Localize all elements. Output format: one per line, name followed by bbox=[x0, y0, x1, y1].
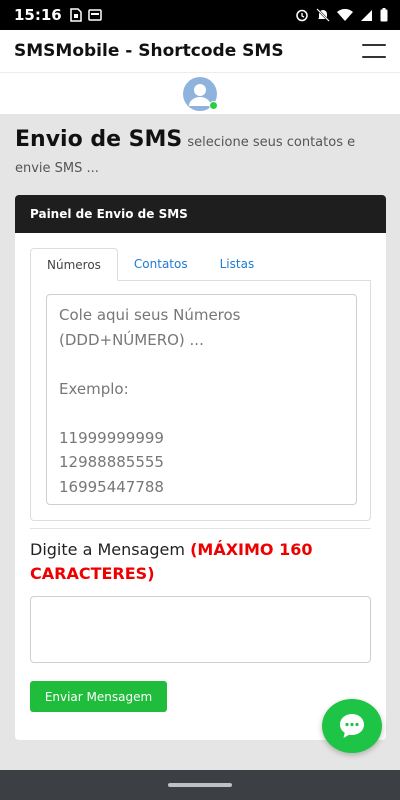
placeholder-line: (DDD+NÚMERO) ... bbox=[59, 330, 204, 349]
message-input[interactable] bbox=[30, 596, 371, 663]
chat-bubble-icon bbox=[340, 714, 364, 738]
send-message-button[interactable]: Enviar Mensagem bbox=[30, 681, 167, 712]
page-title: Envio de SMS bbox=[15, 127, 183, 152]
sms-panel: Painel de Envio de SMS Números Contatos … bbox=[15, 195, 386, 740]
placeholder-line: 11999999999 bbox=[59, 428, 164, 447]
hamburger-menu-icon[interactable] bbox=[362, 44, 386, 58]
mute-icon bbox=[316, 8, 330, 22]
avatar[interactable] bbox=[182, 76, 218, 112]
tab-bar: Números Contatos Listas bbox=[30, 248, 371, 281]
sim-card-icon bbox=[70, 8, 82, 22]
app-bar: SMSMobile - Shortcode SMS bbox=[0, 30, 400, 72]
page-heading: Envio de SMS selecione seus contatos e e… bbox=[15, 128, 385, 181]
status-time: 15:16 bbox=[14, 6, 62, 24]
cast-icon bbox=[88, 9, 102, 21]
home-gesture-handle[interactable] bbox=[168, 783, 232, 787]
tab-content: Cole aqui seus Números (DDD+NÚMERO) ... … bbox=[30, 280, 371, 521]
placeholder-line: Exemplo: bbox=[59, 379, 129, 398]
numbers-input[interactable]: Cole aqui seus Números (DDD+NÚMERO) ... … bbox=[46, 294, 357, 505]
battery-icon bbox=[380, 8, 388, 22]
panel-header: Painel de Envio de SMS bbox=[15, 195, 386, 233]
chat-button[interactable] bbox=[322, 699, 382, 753]
system-nav-bar bbox=[0, 770, 400, 800]
wifi-icon bbox=[337, 8, 353, 21]
app-title: SMSMobile - Shortcode SMS bbox=[14, 41, 284, 61]
tab-numeros[interactable]: Números bbox=[30, 248, 118, 281]
placeholder-line bbox=[59, 401, 344, 426]
placeholder-line: 12988885555 bbox=[59, 453, 164, 471]
panel-title: Painel de Envio de SMS bbox=[30, 207, 188, 221]
placeholder-line: 16995447788 bbox=[59, 477, 164, 496]
message-label: Digite a Mensagem (MÁXIMO 160 CARACTERES… bbox=[30, 538, 371, 586]
online-status-dot bbox=[209, 100, 218, 110]
alarm-icon bbox=[296, 9, 308, 22]
placeholder-line bbox=[59, 352, 344, 377]
signal-icon bbox=[361, 9, 372, 21]
status-bar: 15:16 bbox=[0, 0, 400, 30]
placeholder-line: Cole aqui seus Números bbox=[59, 306, 241, 324]
message-label-text: Digite a Mensagem bbox=[30, 540, 185, 559]
user-bar bbox=[0, 72, 400, 114]
tab-contatos[interactable]: Contatos bbox=[118, 248, 204, 280]
divider bbox=[30, 528, 371, 529]
tab-listas[interactable]: Listas bbox=[204, 248, 271, 280]
